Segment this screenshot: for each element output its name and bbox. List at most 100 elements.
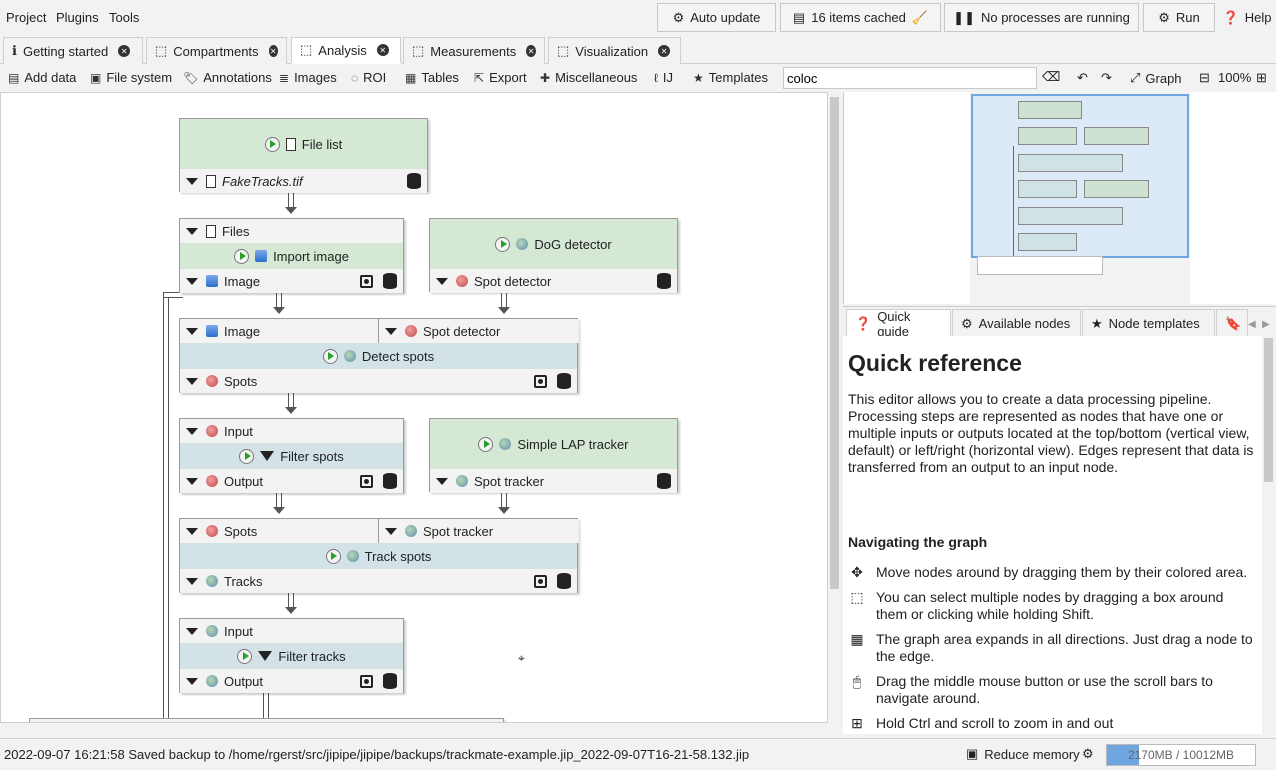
cache-icon[interactable] [383, 473, 397, 489]
node-header[interactable]: Track spots [180, 543, 577, 569]
slot-menu-icon[interactable] [186, 227, 198, 235]
slot-menu-icon[interactable] [186, 627, 198, 635]
menu-tools[interactable]: Tools [109, 10, 139, 25]
auto-update-button[interactable]: ⚙ Auto update [657, 3, 776, 32]
slot-menu-icon[interactable] [186, 377, 198, 385]
tab-analysis[interactable]: ⬚ Analysis ✕ [291, 37, 401, 64]
graph-view-button[interactable]: ⤢ Graph [1130, 70, 1182, 86]
tab-node-templates[interactable]: ★ Node templates [1082, 309, 1215, 337]
node-filter-spots[interactable]: Input Filter spots Output [179, 418, 404, 493]
view-icon[interactable] [534, 574, 547, 588]
slot-menu-icon[interactable] [186, 327, 198, 335]
tab-getting-started[interactable]: ℹ Getting started ✕ [3, 37, 143, 64]
close-icon[interactable]: ✕ [268, 45, 278, 57]
run-node-icon[interactable] [495, 236, 511, 252]
tab-quick-guide[interactable]: ❓ Quick guide [846, 309, 951, 339]
graph-canvas[interactable]: File list FakeTracks.tif Files Import im… [0, 92, 828, 723]
view-icon[interactable] [534, 374, 547, 388]
slot-menu-icon[interactable] [186, 527, 198, 535]
slot-menu-icon[interactable] [186, 177, 198, 185]
run-node-icon[interactable] [325, 548, 341, 564]
output-slot[interactable]: Tracks [180, 569, 577, 593]
tab-scroll-left-icon[interactable]: ◀ [1248, 319, 1256, 330]
reduce-memory-button[interactable]: ▣ Reduce memory [966, 746, 1080, 762]
undo-button[interactable]: ↶ [1077, 70, 1088, 86]
cache-icon[interactable] [407, 173, 421, 189]
clear-search-icon[interactable]: ⌫ [1042, 69, 1060, 85]
vertical-scroll-track[interactable] [829, 92, 841, 723]
memory-settings-icon[interactable]: ⚙ [1082, 746, 1094, 762]
node-header[interactable]: DoG detector [430, 219, 677, 269]
close-icon[interactable]: ✕ [658, 45, 671, 57]
cache-icon[interactable] [383, 673, 397, 689]
cache-icon[interactable] [557, 373, 571, 389]
node-dog-detector[interactable]: DoG detector Spot detector [429, 218, 678, 293]
ij-button[interactable]: ℓ IJ [654, 70, 673, 85]
view-icon[interactable] [360, 474, 373, 488]
graph-minimap[interactable] [843, 92, 1276, 304]
slot-menu-icon[interactable] [385, 327, 397, 335]
output-slot[interactable]: Spot detector [430, 269, 677, 293]
output-slot[interactable]: FakeTracks.tif [180, 169, 427, 193]
slot-menu-icon[interactable] [436, 477, 448, 485]
tab-bookmarks[interactable]: 🔖B [1216, 309, 1248, 337]
slot-menu-icon[interactable] [186, 477, 198, 485]
images-button[interactable]: ≣ Images [279, 70, 337, 85]
redo-button[interactable]: ↷ [1101, 70, 1112, 86]
input-slot-detector[interactable]: Spot detector [379, 319, 579, 343]
input-slot[interactable]: Input [180, 419, 403, 443]
search-input[interactable] [783, 67, 1037, 89]
input-slot-tracker[interactable]: Spot tracker [379, 519, 579, 543]
output-slot[interactable]: Image [180, 269, 403, 293]
node-header[interactable]: Simple LAP tracker [430, 419, 677, 469]
roi-button[interactable]: ◌ ROI [351, 70, 386, 85]
node-detect-spots[interactable]: Image Spot detector Detect spots Spots [179, 318, 579, 393]
cache-icon[interactable] [383, 273, 397, 289]
node-header[interactable]: Detect spots [180, 343, 577, 369]
node-header[interactable]: Import image [180, 243, 403, 269]
tables-button[interactable]: ▦ Tables [405, 70, 459, 85]
cache-icon[interactable] [657, 273, 671, 289]
slot-menu-icon[interactable] [186, 277, 198, 285]
slot-menu-icon[interactable] [385, 527, 397, 535]
menu-project[interactable]: Project [6, 10, 46, 25]
node-import-image[interactable]: Files Import image Image [179, 218, 404, 293]
annotations-button[interactable]: 🏷 Annotations [183, 70, 272, 85]
close-icon[interactable]: ✕ [118, 45, 131, 57]
cache-icon[interactable] [557, 573, 571, 589]
menu-plugins[interactable]: Plugins [56, 10, 99, 25]
run-button[interactable]: ⚙ Run [1143, 3, 1215, 32]
node-partial[interactable] [29, 718, 504, 722]
close-icon[interactable]: ✕ [526, 45, 536, 57]
slot-menu-icon[interactable] [186, 677, 198, 685]
output-slot[interactable]: Spots [180, 369, 577, 393]
run-node-icon[interactable] [234, 248, 250, 264]
run-node-icon[interactable] [239, 448, 255, 464]
input-slot-image[interactable]: Image [180, 319, 379, 343]
view-icon[interactable] [360, 674, 373, 688]
output-slot[interactable]: Spot tracker [430, 469, 677, 493]
tab-visualization[interactable]: ⬚ Visualization ✕ [548, 37, 681, 64]
vertical-scrollbar-thumb[interactable] [830, 97, 839, 589]
node-lap-tracker[interactable]: Simple LAP tracker Spot tracker [429, 418, 678, 493]
zoom-out-button[interactable]: ⊟ [1199, 70, 1210, 86]
cache-button[interactable]: ▤ 16 items cached 🧹 [780, 3, 941, 32]
slot-menu-icon[interactable] [436, 277, 448, 285]
run-node-icon[interactable] [237, 648, 253, 664]
tab-available-nodes[interactable]: ⚙ Available nodes [952, 309, 1081, 337]
help-button[interactable]: ❓ Help [1219, 3, 1275, 32]
input-slot[interactable]: Files [180, 219, 403, 243]
node-header[interactable]: Filter tracks [180, 643, 403, 669]
output-slot[interactable]: Output [180, 469, 403, 493]
zoom-level[interactable]: 100% [1218, 70, 1251, 85]
input-slot-spots[interactable]: Spots [180, 519, 379, 543]
misc-button[interactable]: ✚ Miscellaneous [540, 70, 637, 85]
doc-scroll-thumb[interactable] [1264, 338, 1273, 482]
node-header[interactable]: Filter spots [180, 443, 403, 469]
processes-button[interactable]: ❚❚ No processes are running [944, 3, 1139, 32]
tab-scroll-right-icon[interactable]: ▶ [1262, 319, 1270, 330]
tab-compartments[interactable]: ⬚ Compartments ✕ [146, 37, 287, 64]
node-header[interactable]: File list [180, 119, 427, 169]
output-slot[interactable]: Output [180, 669, 403, 693]
run-node-icon[interactable] [264, 136, 280, 152]
